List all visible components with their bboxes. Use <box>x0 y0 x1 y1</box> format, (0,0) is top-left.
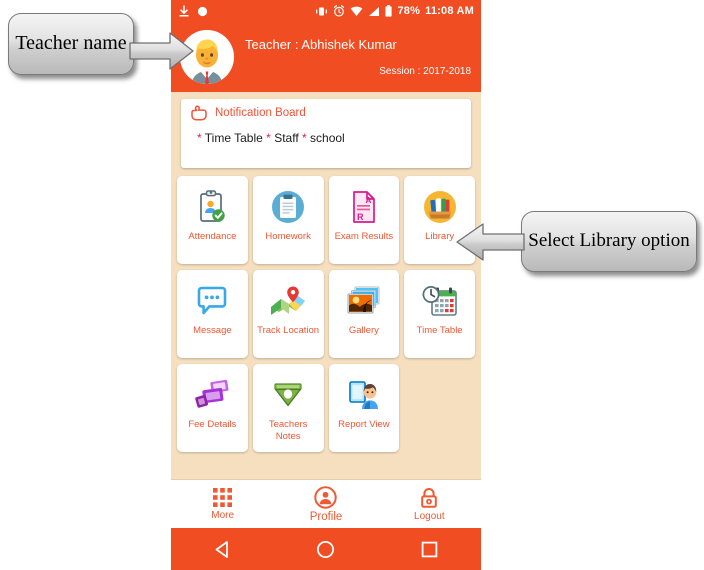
notification-board-title: Notification Board <box>215 107 306 119</box>
nav-label: Profile <box>309 510 343 523</box>
signal-icon <box>369 6 380 16</box>
pointing-hand-icon <box>191 105 207 121</box>
record-dot-icon <box>197 6 208 16</box>
notification-star-3: * <box>302 131 307 145</box>
download-icon <box>179 4 189 16</box>
notification-board-card[interactable]: Notification Board * Time Table * Staff … <box>181 99 471 168</box>
exam-paper-grade-icon: A + R <box>351 189 377 225</box>
tile-label: Teachers Notes <box>268 419 308 442</box>
lock-icon <box>421 487 438 508</box>
tile-fee-details[interactable]: Fee Details <box>177 364 248 452</box>
status-bar-time: 11:08 AM <box>425 5 474 17</box>
speech-bubble-icon <box>196 283 228 319</box>
tile-exam-results[interactable]: A + R Exam Results <box>328 176 400 264</box>
nav-label: More <box>211 510 235 521</box>
vibrate-icon <box>316 7 328 15</box>
annotation-text: Teacher name <box>15 32 127 55</box>
nav-item-logout[interactable]: Logout <box>378 487 481 522</box>
nav-item-more[interactable]: More <box>171 487 274 521</box>
phone-screen: 78% 11:08 AM Teacher : Abhishek Kumar Se… <box>171 0 481 570</box>
map-pin-icon <box>269 283 307 319</box>
svg-text:+: + <box>370 196 374 202</box>
svg-text:R: R <box>357 212 364 222</box>
nav-label: Logout <box>414 510 445 522</box>
grid-apps-icon <box>213 488 233 507</box>
tile-label: Homework <box>265 231 311 242</box>
alarm-clock-icon <box>334 5 345 17</box>
nav-item-profile[interactable]: Profile <box>274 485 377 523</box>
tile-homework[interactable]: Homework <box>252 176 324 264</box>
notification-board-body: * Time Table * Staff * school <box>181 125 471 168</box>
tile-label: Library <box>425 231 455 242</box>
person-circle-icon <box>314 485 338 509</box>
notification-item-2: Staff <box>274 131 299 145</box>
tile-label: Fee Details <box>188 419 237 430</box>
photo-stack-icon <box>347 283 381 319</box>
books-stack-icon <box>423 189 457 225</box>
status-bar-right: 78% 11:08 AM <box>315 5 474 17</box>
annotation-teacher-name: Teacher name <box>8 13 134 75</box>
arrow-left-icon <box>456 223 525 261</box>
annotation-text: Select Library option <box>528 230 690 252</box>
tile-time-table[interactable]: Time Table <box>404 270 475 358</box>
menu-grid: Attendance Homework A + R Exam Results L… <box>171 168 481 452</box>
tile-label: Message <box>193 325 232 336</box>
header-teacher-name: Teacher : Abhishek Kumar <box>245 36 397 52</box>
notification-board-header: Notification Board <box>181 99 471 125</box>
green-badge-ribbon-icon <box>272 377 304 413</box>
calendar-clock-icon <box>422 283 458 319</box>
notification-item-3: school <box>310 131 345 145</box>
tile-empty-slot <box>404 364 475 452</box>
header-session: Session : 2017-2018 <box>379 65 471 77</box>
clipboard-blue-circle-icon <box>271 189 305 225</box>
notification-item-1: Time Table <box>204 131 263 145</box>
tile-label: Exam Results <box>334 231 394 242</box>
money-cards-icon <box>194 377 230 413</box>
battery-icon <box>385 5 393 17</box>
android-recents-button[interactable] <box>378 540 481 559</box>
notification-star-2: * <box>266 131 271 145</box>
annotation-select-library: Select Library option <box>521 211 697 272</box>
notification-star-1: * <box>197 131 202 145</box>
android-back-button[interactable] <box>171 540 274 559</box>
tile-message[interactable]: Message <box>177 270 248 358</box>
person-clipboard-icon <box>348 377 380 413</box>
tile-label: Report View <box>338 419 390 430</box>
bottom-navigation: More Profile Logout <box>171 479 481 528</box>
tile-attendance[interactable]: Attendance <box>177 176 248 264</box>
tile-label: Track Location <box>257 325 320 336</box>
status-bar: 78% 11:08 AM <box>171 0 481 22</box>
square-recents-icon <box>421 541 438 557</box>
header-text-block: Teacher : Abhishek Kumar Session : 2017-… <box>245 37 471 78</box>
battery-percent: 78% <box>397 5 421 17</box>
android-navigation-bar <box>171 528 481 570</box>
clipboard-person-check-icon <box>197 189 227 225</box>
android-home-button[interactable] <box>274 540 377 559</box>
tile-label: Gallery <box>348 325 379 336</box>
tile-track-location[interactable]: Track Location <box>252 270 324 358</box>
circle-home-icon <box>317 540 335 558</box>
tile-label: Attendance <box>188 231 237 242</box>
app-header: Teacher : Abhishek Kumar Session : 2017-… <box>171 22 481 92</box>
arrow-right-icon <box>129 32 194 70</box>
tile-label: Time Table <box>416 325 463 336</box>
triangle-back-icon <box>215 540 229 558</box>
tile-teachers-notes[interactable]: Teachers Notes <box>252 364 324 452</box>
notification-board-wrapper: Notification Board * Time Table * Staff … <box>171 92 481 168</box>
tile-report-view[interactable]: Report View <box>328 364 400 452</box>
status-bar-left <box>178 4 208 18</box>
wifi-icon <box>351 6 363 16</box>
tile-gallery[interactable]: Gallery <box>328 270 400 358</box>
